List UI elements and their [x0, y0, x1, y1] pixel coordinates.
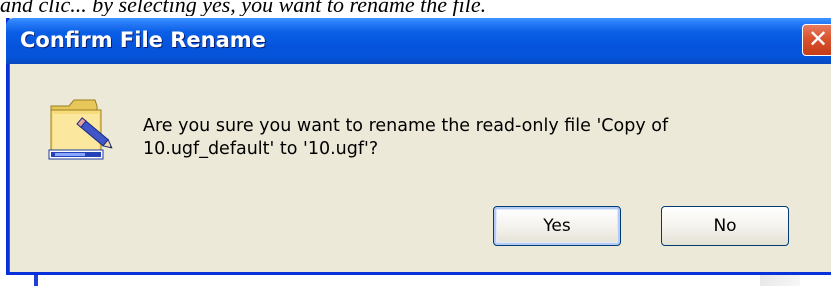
- no-button[interactable]: No: [661, 206, 789, 246]
- title-bar[interactable]: Confirm File Rename ✕: [6, 18, 831, 64]
- folder-rename-icon: [48, 99, 113, 160]
- background-document-text: and clic... by selecting yes, you want t…: [0, 0, 487, 16]
- dialog-title: Confirm File Rename: [20, 28, 266, 52]
- confirmation-message: Are you sure you want to rename the read…: [143, 116, 669, 159]
- yes-button-label: Yes: [543, 216, 571, 236]
- yes-button[interactable]: Yes: [493, 206, 621, 246]
- close-button[interactable]: ✕: [802, 24, 831, 56]
- close-icon: ✕: [807, 25, 829, 53]
- confirm-rename-dialog: Confirm File Rename ✕ Are you sure you w…: [6, 18, 831, 275]
- no-button-label: No: [713, 216, 737, 236]
